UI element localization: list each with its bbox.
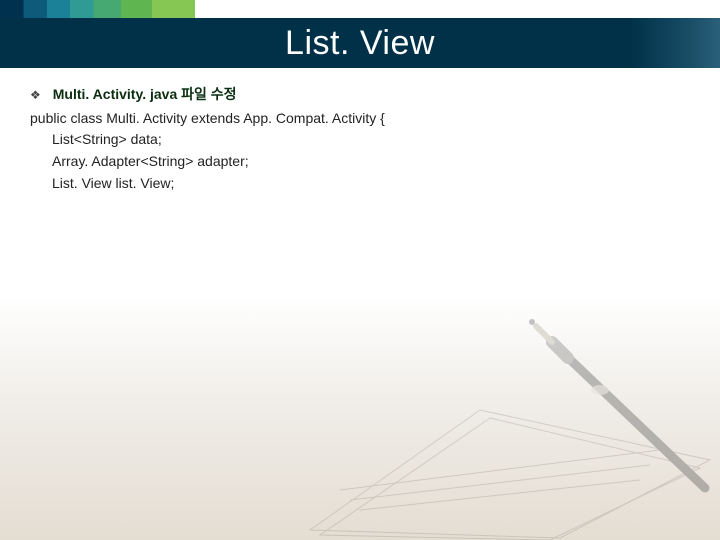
diamond-bullet-icon: ❖: [30, 86, 41, 105]
slide-title: List. View: [285, 24, 435, 63]
code-line: public class Multi. Activity extends App…: [30, 108, 690, 130]
slide-content: ❖ Multi. Activity. java 파일 수정 public cla…: [30, 84, 690, 194]
code-line: List<String> data;: [30, 129, 690, 151]
slide: List. View ❖ Multi. Activity. java 파일 수정…: [0, 0, 720, 540]
title-bar: List. View: [0, 18, 720, 68]
background-pen-paper-illustration: [300, 290, 720, 540]
bullet-text: Multi. Activity. java 파일 수정: [53, 84, 237, 106]
code-line: List. View list. View;: [30, 173, 690, 195]
bullet-row: ❖ Multi. Activity. java 파일 수정: [30, 84, 690, 106]
header-band: List. View: [0, 0, 720, 72]
header-accent-gradient: [0, 0, 195, 18]
code-line: Array. Adapter<String> adapter;: [30, 151, 690, 173]
